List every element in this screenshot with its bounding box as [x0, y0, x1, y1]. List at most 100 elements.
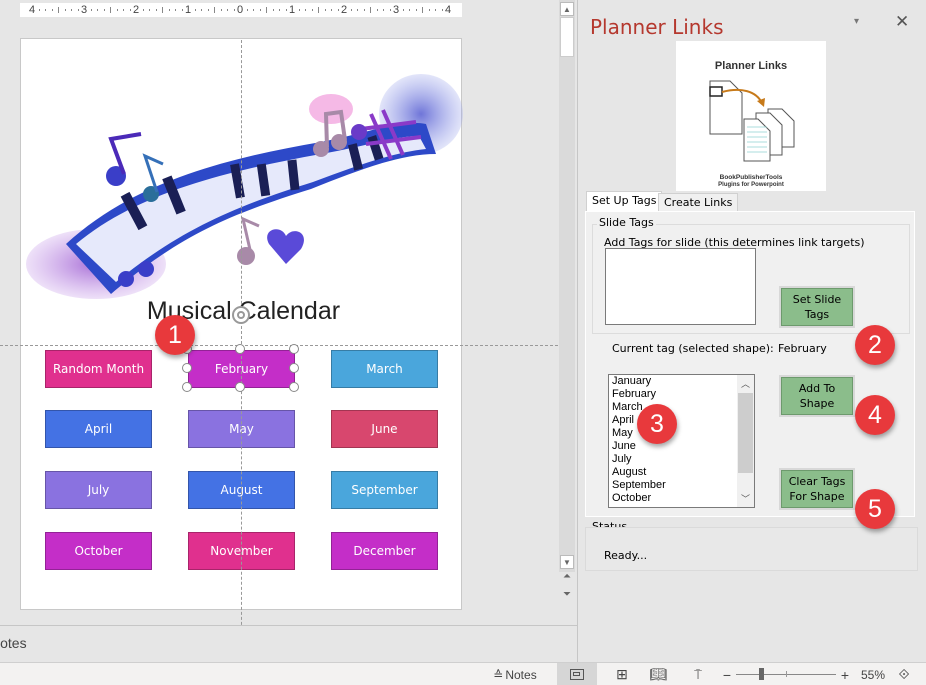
ruler-tick-label: 3: [80, 4, 88, 16]
resize-handle[interactable]: [182, 382, 192, 392]
ruler-tick: [357, 9, 358, 11]
tab-create-links[interactable]: Create Links: [658, 193, 739, 211]
zoom-in-button[interactable]: +: [838, 663, 852, 685]
ruler-tick: [246, 9, 248, 11]
slide-edit-area: Musical Calendar Random Month February Mar…: [0, 20, 558, 625]
logo-footer-tagline: Plugins for Powerpoint: [718, 182, 784, 188]
task-pane-title: Planner Links: [590, 15, 724, 39]
ruler-tick: [51, 9, 53, 11]
fit-to-window-icon[interactable]: ⟐: [894, 663, 914, 685]
tag-list-item[interactable]: October: [609, 492, 754, 505]
ruler-tick: [149, 9, 150, 11]
current-tag-label: Current tag (selected shape):: [612, 342, 774, 355]
tag-list-item[interactable]: April: [609, 414, 754, 427]
rotate-handle-icon[interactable]: [232, 306, 250, 324]
zoom-slider-thumb[interactable]: [759, 668, 764, 680]
scroll-up-arrow-icon[interactable]: ▲: [560, 2, 574, 16]
ruler-tick-label: 1: [184, 4, 192, 16]
close-icon[interactable]: ✕: [895, 12, 909, 32]
horizontal-ruler: 4 3 2 1 0 1 2 3 4: [20, 3, 462, 17]
chevron-up-icon[interactable]: ︿: [737, 377, 754, 390]
next-slide-icon[interactable]: ⏷: [561, 590, 573, 600]
resize-handle[interactable]: [289, 344, 299, 354]
chevron-down-icon[interactable]: ﹀: [737, 492, 754, 505]
ruler-tick: [272, 9, 274, 11]
month-button-october[interactable]: October: [45, 532, 152, 570]
pane-splitter[interactable]: [577, 0, 578, 662]
resize-handle[interactable]: [235, 382, 245, 392]
reading-view-button[interactable]: 📖︎: [643, 663, 673, 685]
status-group: Ready...: [585, 527, 918, 571]
ruler-tick: [90, 9, 92, 11]
horizontal-guide[interactable]: [0, 345, 558, 346]
slide-tags-input[interactable]: [605, 248, 756, 325]
ruler-tick: [441, 9, 443, 11]
ruler-tick: [428, 9, 430, 11]
resize-handle[interactable]: [182, 363, 192, 373]
logo-title: Planner Links: [714, 60, 788, 72]
slide-sorter-icon: ⊞: [616, 666, 628, 682]
tag-list-item[interactable]: August: [609, 466, 754, 479]
notes-icon: ≙: [493, 667, 504, 682]
month-button-march[interactable]: March: [331, 350, 438, 388]
ruler-tick: [298, 9, 300, 11]
month-button-april[interactable]: April: [45, 410, 152, 448]
task-pane-options-icon[interactable]: ▾: [854, 16, 859, 27]
slide-show-button[interactable]: ⍑: [683, 663, 713, 685]
slide-tags-group-label: Slide Tags: [597, 216, 656, 229]
resize-handle[interactable]: [289, 382, 299, 392]
tab-set-up-tags[interactable]: Set Up Tags: [586, 191, 663, 212]
set-slide-tags-button[interactable]: Set Slide Tags: [779, 286, 855, 328]
tag-list-item[interactable]: March: [609, 401, 754, 414]
tag-list-scroll-thumb[interactable]: [738, 393, 753, 473]
ruler-tick: [194, 9, 196, 11]
ruler-tick: [422, 7, 423, 13]
tag-list-scrollbar[interactable]: ︿ ﹀: [737, 375, 754, 507]
ruler-tick: [376, 9, 378, 11]
month-button-december[interactable]: December: [331, 532, 438, 570]
slide-sorter-button[interactable]: ⊞: [607, 663, 637, 685]
normal-view-button[interactable]: [557, 663, 597, 685]
scroll-down-arrow-icon[interactable]: ▼: [560, 555, 574, 569]
tag-list-item[interactable]: January: [609, 375, 754, 388]
step-badge-3: 3: [637, 404, 677, 444]
ruler-tick-label: 2: [340, 4, 348, 16]
month-button-september[interactable]: September: [331, 471, 438, 509]
tag-list-item[interactable]: September: [609, 479, 754, 492]
tag-list-item[interactable]: July: [609, 453, 754, 466]
slide-scrollbar[interactable]: ▲ ▼: [559, 0, 575, 572]
previous-slide-icon[interactable]: ⏶: [561, 572, 573, 582]
month-button-july[interactable]: July: [45, 471, 152, 509]
vertical-guide[interactable]: [241, 40, 242, 625]
notes-pane[interactable]: Notes: [0, 625, 577, 662]
tag-list-item[interactable]: May: [609, 427, 754, 440]
ruler-tick: [214, 7, 215, 13]
normal-view-icon: [570, 669, 584, 680]
zoom-level[interactable]: 55%: [858, 663, 888, 685]
ruler-tick: [38, 9, 40, 11]
current-tag-value: February: [778, 342, 827, 355]
clear-tags-for-shape-button[interactable]: Clear Tags For Shape: [779, 468, 855, 510]
status-text: Ready...: [604, 549, 648, 562]
resize-handle[interactable]: [235, 344, 245, 354]
ruler-tick: [103, 9, 105, 11]
resize-handle[interactable]: [289, 363, 299, 373]
ruler-tick: [279, 9, 280, 11]
notes-toggle-button[interactable]: ≙ Notes: [488, 663, 542, 685]
tag-listbox[interactable]: January February March April May June July Augu…: [608, 374, 755, 508]
ruler-tick-label: 3: [392, 4, 400, 16]
scrollbar-thumb[interactable]: [560, 17, 574, 57]
add-to-shape-button[interactable]: Add To Shape: [779, 375, 855, 417]
month-button-random-month[interactable]: Random Month: [45, 350, 152, 388]
tag-list-item[interactable]: June: [609, 440, 754, 453]
month-button-june[interactable]: June: [331, 410, 438, 448]
piano-keyboard-illustration[interactable]: [21, 64, 463, 304]
tag-list-item[interactable]: February: [609, 388, 754, 401]
ruler-tick: [58, 7, 59, 13]
ruler-tick: [123, 9, 124, 11]
ruler-tick: [207, 9, 209, 11]
slide-show-icon: ⍑: [694, 666, 702, 682]
ruler-tick: [435, 9, 436, 11]
step-badge-4: 4: [855, 395, 895, 435]
zoom-out-button[interactable]: −: [720, 663, 734, 685]
